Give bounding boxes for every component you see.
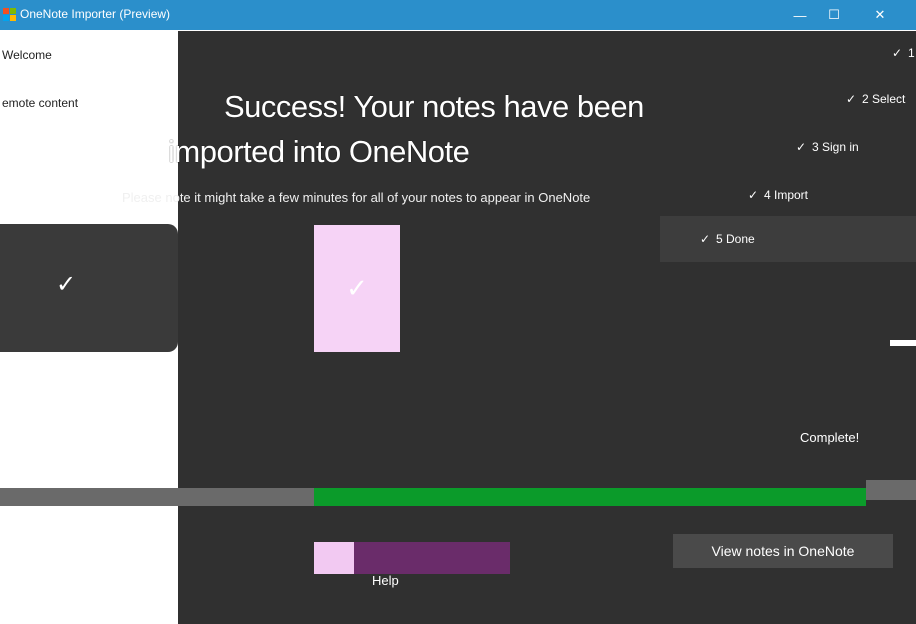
accent-button-inner bbox=[354, 542, 510, 574]
heading-line-1: Success! Your notes have been bbox=[224, 89, 644, 124]
success-tile: ✓ bbox=[314, 225, 400, 352]
checkmark-icon: ✓ bbox=[699, 232, 710, 246]
step-label: 2 Select bbox=[862, 92, 906, 106]
edge-divider bbox=[890, 340, 916, 346]
onenote-app-icon bbox=[3, 8, 17, 22]
window-title: OneNote Importer (Preview) bbox=[20, 7, 171, 21]
success-heading: Success! Your notes have been imported i… bbox=[168, 84, 668, 174]
checkmark-icon: ✓ bbox=[346, 273, 368, 303]
maximize-button[interactable]: ☐ bbox=[812, 0, 856, 30]
sidebar-item-welcome[interactable]: Welcome bbox=[2, 48, 52, 62]
progress-bar-left-segment bbox=[0, 488, 314, 506]
step-label: 3 Sign in bbox=[812, 140, 859, 154]
close-icon: ✕ bbox=[874, 7, 886, 22]
steps-panel: ✓ 1 ✓ 2 Select ✓ 3 Sign in ✓ 4 Import ✓ … bbox=[660, 30, 916, 262]
onenote-importer-window: OneNote Importer (Preview) — ☐ ✕ Welcome… bbox=[0, 0, 916, 624]
step-3: ✓ 3 Sign in bbox=[660, 124, 916, 170]
step-5-current: ✓ 5 Done bbox=[660, 216, 916, 262]
maximize-icon: ☐ bbox=[828, 7, 840, 22]
step-label: 1 bbox=[908, 46, 915, 60]
step-2: ✓ 2 Select bbox=[660, 76, 916, 122]
checkmark-icon: ✓ bbox=[747, 188, 758, 202]
accent-button[interactable] bbox=[314, 542, 510, 574]
step-4: ✓ 4 Import bbox=[660, 172, 916, 218]
checkmark-icon: ✓ bbox=[795, 140, 806, 154]
status-text: Complete! bbox=[800, 430, 860, 445]
step-label: 4 Import bbox=[764, 188, 809, 202]
help-link[interactable]: Help bbox=[372, 573, 399, 588]
sidebar-item-remote-content[interactable]: emote content bbox=[2, 96, 78, 110]
step-label: 5 Done bbox=[716, 232, 755, 246]
info-message: Please note it might take a few minutes … bbox=[122, 190, 591, 205]
checkmark-icon: ✓ bbox=[56, 271, 77, 298]
left-card bbox=[0, 224, 178, 352]
progress-bar-fill bbox=[314, 488, 866, 506]
step-1: ✓ 1 bbox=[660, 30, 916, 76]
left-sidebar: Welcome emote content bbox=[0, 30, 120, 120]
minimize-icon: — bbox=[793, 7, 807, 23]
checkmark-icon: ✓ bbox=[891, 46, 902, 60]
close-button[interactable]: ✕ bbox=[858, 0, 902, 30]
heading-line-2: imported into OneNote bbox=[168, 134, 470, 169]
view-notes-button[interactable]: View notes in OneNote bbox=[673, 534, 893, 568]
title-bar: OneNote Importer (Preview) — ☐ ✕ bbox=[0, 0, 916, 30]
progress-bar-right-segment bbox=[866, 480, 916, 500]
checkmark-icon: ✓ bbox=[845, 92, 856, 106]
